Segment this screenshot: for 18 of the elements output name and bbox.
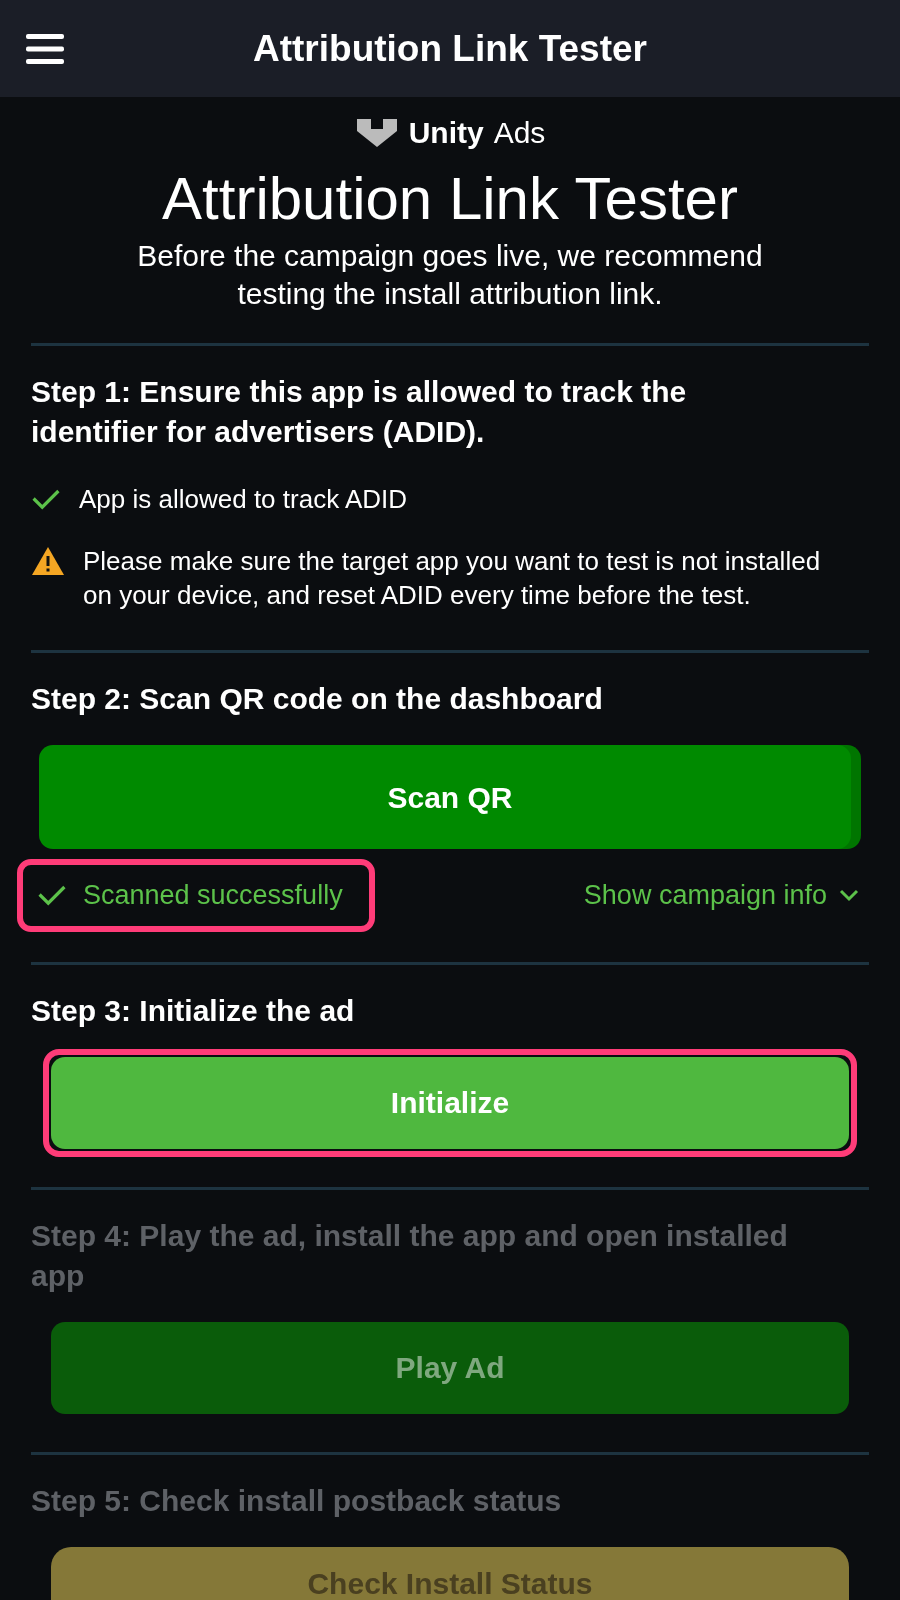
- menu-icon[interactable]: [26, 33, 64, 64]
- note-text: App is allowed to track ADID: [79, 483, 408, 516]
- logo-brand: Unity: [408, 114, 484, 151]
- status-text: Scanned successfully: [83, 879, 344, 912]
- campaign-info-link[interactable]: Show campaign info: [583, 875, 869, 916]
- step-button[interactable]: Initialize: [51, 1056, 849, 1149]
- step-title: Step 4: Play the ad, install the app and open installed app: [31, 1217, 789, 1294]
- step-title: Step 2: Scan QR code on the dashboard: [31, 681, 604, 717]
- step-button[interactable]: Scan QR: [39, 745, 861, 849]
- page-heading: Attribution Link Tester: [161, 164, 739, 234]
- warning-text: Please make sure the target app you want to test is not installed on your device, and reset ADID every time before the test.: [83, 545, 822, 612]
- step-title: Step 1: Ensure this app is allowed to track the identifier for advertisers (ADID).: [31, 374, 688, 450]
- intro-text: Before the campaign goes live, we recommend testing the install attribution link.: [136, 238, 764, 312]
- step-title: Step 5: Check install postback status: [31, 1482, 563, 1519]
- app-bar-title: Attribution Link Tester: [252, 26, 648, 71]
- warning-icon: [31, 546, 65, 576]
- logo-product: Ads: [493, 114, 546, 151]
- step-title: Step 3: Initialize the ad: [31, 992, 356, 1029]
